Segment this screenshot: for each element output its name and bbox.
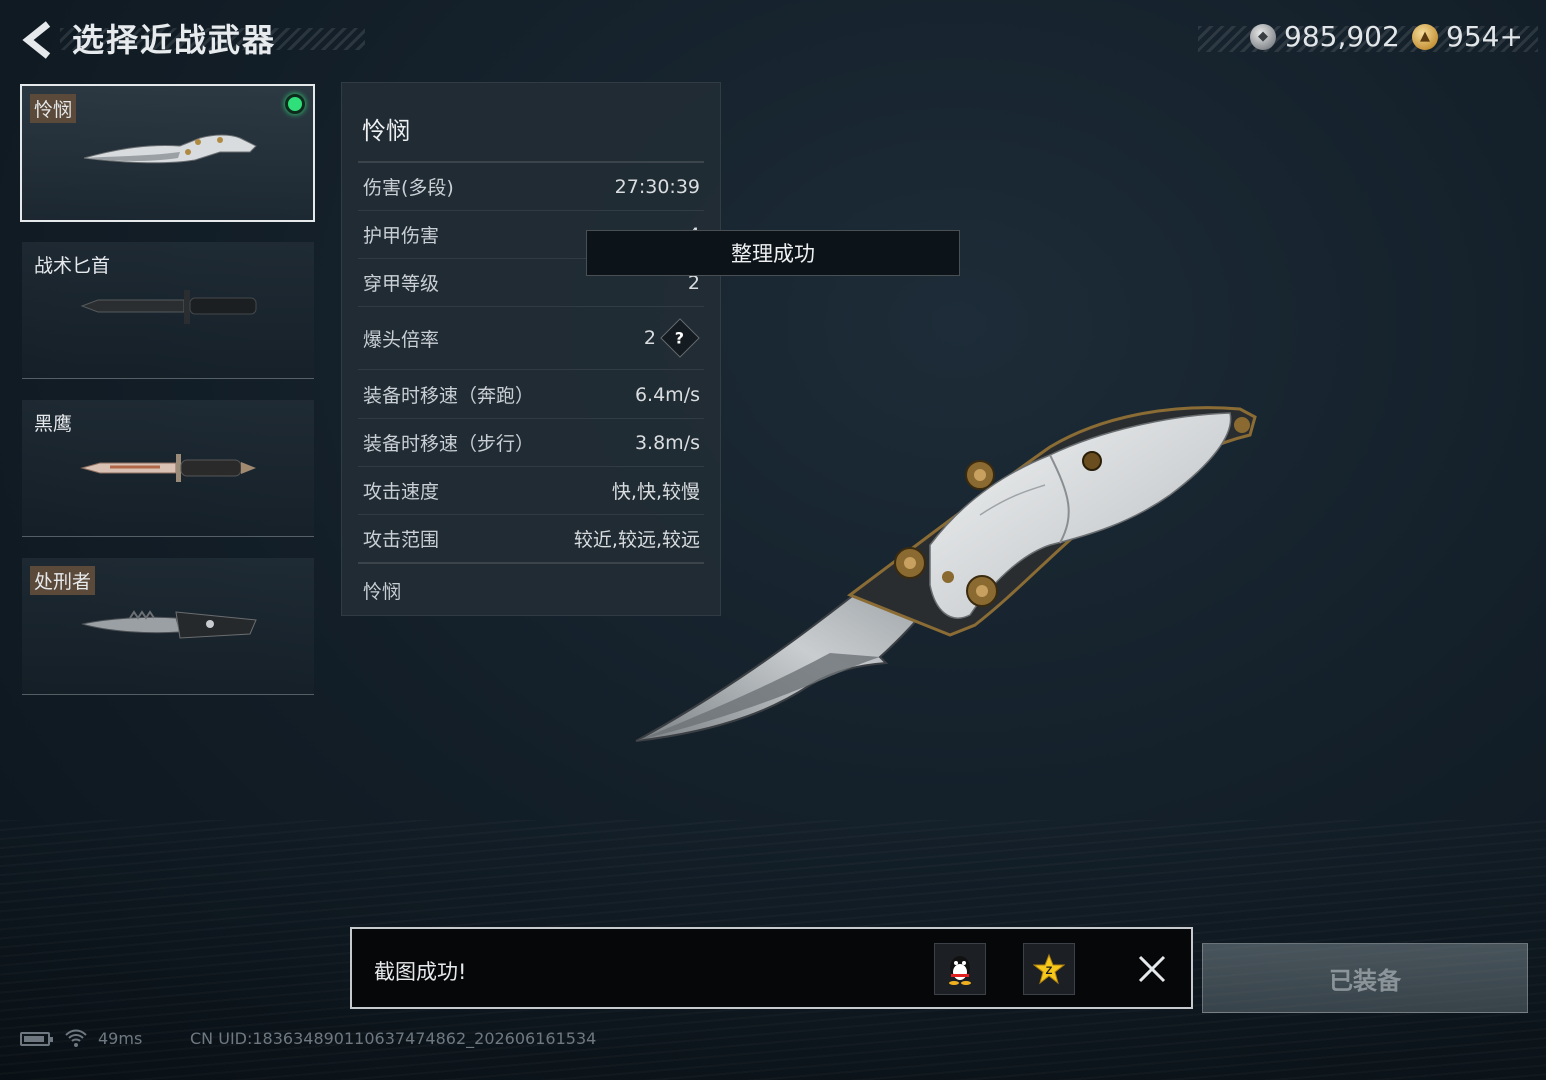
share-qzone-button[interactable]: Z bbox=[1023, 943, 1075, 995]
weapon-card-mercy[interactable]: 怜悯 bbox=[20, 84, 315, 222]
back-arrow-icon[interactable] bbox=[18, 20, 58, 60]
gold-amount: 954+ bbox=[1446, 20, 1523, 53]
mercy-knife-preview bbox=[635, 406, 1257, 742]
weapon-name: 怜悯 bbox=[30, 94, 77, 123]
screenshot-notification: 截图成功! Z bbox=[350, 927, 1193, 1009]
battery-icon bbox=[20, 1032, 53, 1046]
weapon-card-executioner[interactable]: 处刑者 bbox=[22, 558, 314, 695]
executioner-knife-icon bbox=[81, 610, 257, 639]
equipped-indicator-icon bbox=[285, 94, 305, 114]
weapon-card-black-hawk[interactable]: 黑鹰 bbox=[22, 400, 314, 537]
stat-label: 伤害(多段) bbox=[363, 177, 454, 199]
tactical-dagger-icon bbox=[80, 290, 257, 324]
mercy-knife-icon bbox=[83, 134, 257, 164]
stat-label: 攻击速度 bbox=[363, 481, 440, 503]
black-hawk-knife-icon bbox=[80, 454, 256, 482]
share-qq-button[interactable] bbox=[934, 943, 986, 995]
stat-row-headshot: 爆头倍率 2 ? bbox=[358, 307, 704, 370]
qzone-star-icon: Z bbox=[1033, 953, 1065, 985]
stat-label: 装备时移速（奔跑） bbox=[363, 385, 535, 407]
close-icon[interactable] bbox=[1132, 949, 1172, 989]
stat-value-group: 2 ? bbox=[643, 318, 704, 358]
stat-label: 爆头倍率 bbox=[363, 328, 440, 351]
gold-coin-icon: ▲ bbox=[1412, 23, 1438, 50]
help-icon[interactable]: ? bbox=[660, 318, 700, 358]
weapon-card-tactical-dagger[interactable]: 战术匕首 bbox=[22, 242, 314, 379]
weapon-name: 处刑者 bbox=[30, 566, 96, 595]
toast-message: 整理成功 bbox=[586, 230, 960, 276]
help-symbol: ? bbox=[675, 328, 685, 348]
gold-currency[interactable]: ▲ 954+ bbox=[1412, 20, 1523, 53]
silver-amount: 985,902 bbox=[1284, 20, 1400, 53]
user-uid: CN UID:183634890110637474862_20260616153… bbox=[190, 1029, 597, 1048]
stats-title: 怜悯 bbox=[362, 117, 410, 145]
weapon-name: 黑鹰 bbox=[34, 413, 73, 435]
stat-label: 攻击范围 bbox=[363, 529, 440, 551]
stat-value: 2 bbox=[643, 327, 656, 349]
wifi-icon bbox=[65, 1029, 87, 1047]
stat-label: 装备时移速（步行） bbox=[363, 433, 535, 455]
stat-row-damage: 伤害(多段) 27:30:39 bbox=[358, 163, 704, 211]
silver-currency: ◆ 985,902 bbox=[1250, 20, 1400, 53]
ping-latency: 49ms bbox=[98, 1029, 143, 1048]
stat-value: 27:30:39 bbox=[614, 175, 700, 198]
screenshot-message: 截图成功! bbox=[374, 960, 467, 984]
equipped-button[interactable]: 已装备 bbox=[1202, 943, 1528, 1013]
weapon-description: 怜悯 bbox=[363, 581, 402, 603]
page-title: 选择近战武器 bbox=[72, 21, 277, 59]
qq-penguin-icon bbox=[949, 956, 971, 985]
stat-label: 护甲伤害 bbox=[363, 225, 440, 247]
stat-label: 穿甲等级 bbox=[363, 273, 440, 295]
silver-coin-icon: ◆ bbox=[1250, 23, 1276, 50]
svg-text:Z: Z bbox=[1046, 965, 1053, 977]
weapon-name: 战术匕首 bbox=[34, 255, 111, 277]
